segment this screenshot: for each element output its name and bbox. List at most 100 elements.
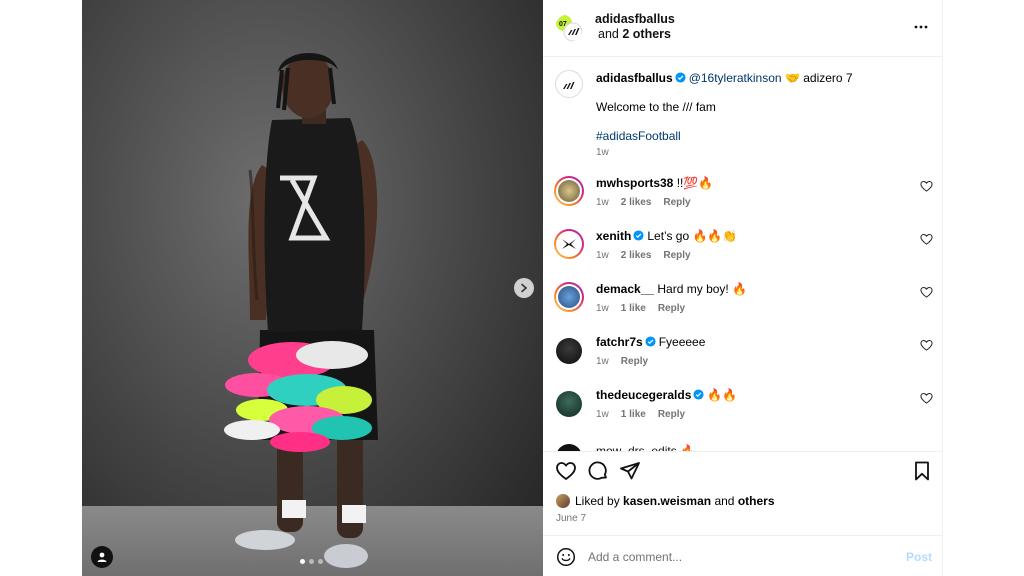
comment-item: demack__ Hard my boy! 🔥 1w 1 like Reply <box>543 282 943 335</box>
comment-likes[interactable]: 1 like <box>621 409 646 420</box>
author-avatar[interactable]: 07 <box>555 14 583 42</box>
comment-likes[interactable]: 2 likes <box>621 250 652 261</box>
comment-meta: 1w Reply <box>596 356 660 367</box>
comment-time: 1w <box>596 197 609 208</box>
comment-body: 🔥🔥 <box>707 388 738 402</box>
comment-time: 1w <box>596 409 609 420</box>
liked-by-user[interactable]: kasen.weisman <box>623 494 711 508</box>
xenith-logo-icon <box>562 239 576 249</box>
comment-input[interactable] <box>588 547 888 567</box>
carousel-dot <box>318 559 323 564</box>
comment-avatar[interactable] <box>556 338 582 364</box>
comment-text: thedeucegeralds 🔥🔥 <box>596 388 737 402</box>
post-header: 07 adidasfballus and 2 others <box>543 0 943 57</box>
collab-avatar-stack: 07 <box>556 15 583 42</box>
comment-icon[interactable] <box>587 460 609 482</box>
reply-button[interactable]: Reply <box>663 197 690 208</box>
comment-text: fatchr7s Fyeeeee <box>596 335 705 349</box>
liked-by-others[interactable]: others <box>738 494 775 508</box>
adidas-logo-icon <box>563 82 575 89</box>
comment-avatar[interactable] <box>554 176 584 206</box>
caption-username[interactable]: adidasfballus <box>596 71 673 85</box>
comment-username[interactable]: demack__ <box>596 282 654 296</box>
caption-time: 1w <box>596 147 609 158</box>
comment-likes[interactable]: 2 likes <box>621 197 652 208</box>
verified-badge-icon <box>693 389 704 400</box>
comment-item-partial: mow_drs_edits 🔥 <box>543 436 943 452</box>
carousel-indicator <box>300 559 323 564</box>
caption-mention[interactable]: @16tyleratkinson <box>689 71 782 85</box>
reply-button[interactable]: Reply <box>621 356 648 367</box>
comment-meta: 1w 1 like Reply <box>596 303 697 314</box>
carousel-dot <box>309 559 314 564</box>
post-media[interactable] <box>82 0 543 576</box>
comment-username[interactable]: mwhsports38 <box>596 176 673 190</box>
chevron-right-icon <box>521 283 528 293</box>
reply-button[interactable]: Reply <box>663 250 690 261</box>
save-bookmark-icon[interactable] <box>911 460 933 482</box>
liked-by-and: and <box>714 494 735 508</box>
reply-button[interactable]: Reply <box>658 303 685 314</box>
share-icon[interactable] <box>619 460 641 482</box>
next-slide-button[interactable] <box>514 278 534 298</box>
post-side-panel: 07 adidasfballus and 2 others adidasfbal… <box>543 0 943 576</box>
comment-likes[interactable]: 1 like <box>621 303 646 314</box>
verified-badge-icon <box>633 230 644 241</box>
comment-username[interactable]: thedeucegeralds <box>596 388 691 402</box>
comment-time: 1w <box>596 303 609 314</box>
caption-hashtag[interactable]: #adidasFootball <box>596 129 681 143</box>
post-date: June 7 <box>556 513 587 524</box>
comment-username[interactable]: xenith <box>596 229 631 243</box>
heart-icon[interactable] <box>920 339 933 352</box>
comment-text: xenith Let’s go 🔥🔥👏 <box>596 229 737 243</box>
comment-body: Fyeeeee <box>658 335 706 349</box>
verified-badge-icon <box>675 72 686 83</box>
athlete-photo <box>224 52 378 568</box>
caption-line: Welcome to the /// fam <box>596 100 716 114</box>
comment-item: fatchr7s Fyeeeee 1w Reply <box>543 335 943 388</box>
instagram-post-view: 07 adidasfballus and 2 others adidasfbal… <box>0 0 1024 576</box>
like-heart-icon[interactable] <box>555 460 577 482</box>
comment-meta: 1w 1 like Reply <box>596 409 697 420</box>
carousel-dot-active <box>300 559 305 564</box>
comment-item: xenith Let’s go 🔥🔥👏 1w 2 likes Reply <box>543 229 943 282</box>
comment-username[interactable]: fatchr7s <box>596 335 643 349</box>
header-username[interactable]: adidasfballus <box>595 12 675 27</box>
comment-time: 1w <box>596 250 609 261</box>
comment-body: Let’s go 🔥🔥👏 <box>647 229 738 243</box>
comment-avatar[interactable] <box>556 391 582 417</box>
heart-icon[interactable] <box>920 392 933 405</box>
comment-body: Hard my boy! 🔥 <box>657 282 748 296</box>
user-icon <box>97 552 107 562</box>
header-others-count: 2 others <box>622 27 671 41</box>
caption-avatar[interactable] <box>555 70 583 98</box>
liker-avatar <box>556 494 570 508</box>
heart-icon[interactable] <box>920 233 933 246</box>
heart-icon[interactable] <box>920 286 933 299</box>
verified-badge-icon <box>645 336 656 347</box>
post-button[interactable]: Post <box>906 550 932 564</box>
comment-text: demack__ Hard my boy! 🔥 <box>596 282 747 296</box>
comment-body: !!💯🔥 <box>676 176 714 190</box>
tagged-users-button[interactable] <box>91 546 113 568</box>
comment-item: thedeucegeralds 🔥🔥 1w 1 like Reply <box>543 388 943 441</box>
more-options-icon[interactable] <box>913 19 929 35</box>
caption-emoji: 🤝 <box>784 71 800 85</box>
header-usernames: adidasfballus and 2 others <box>595 12 675 42</box>
comment-time: 1w <box>596 356 609 367</box>
liked-by-prefix: Liked by <box>575 494 620 508</box>
header-others[interactable]: and 2 others <box>595 27 675 42</box>
emoji-icon[interactable] <box>556 547 576 567</box>
post-actions <box>543 452 943 490</box>
heart-icon[interactable] <box>920 180 933 193</box>
caption-rest: adizero 7 <box>799 71 853 85</box>
comment-item: mwhsports38 !!💯🔥 1w 2 likes Reply <box>543 176 943 229</box>
comment-avatar[interactable] <box>554 282 584 312</box>
add-comment-bar: Post <box>543 535 943 576</box>
comment-avatar[interactable] <box>554 229 584 259</box>
comment-meta: 1w 2 likes Reply <box>596 250 703 261</box>
reply-button[interactable]: Reply <box>658 409 685 420</box>
comment-text: mwhsports38 !!💯🔥 <box>596 176 713 190</box>
caption-text: adidasfballus @16tyleratkinson 🤝 adizero … <box>596 71 853 85</box>
comment-meta: 1w 2 likes Reply <box>596 197 703 208</box>
